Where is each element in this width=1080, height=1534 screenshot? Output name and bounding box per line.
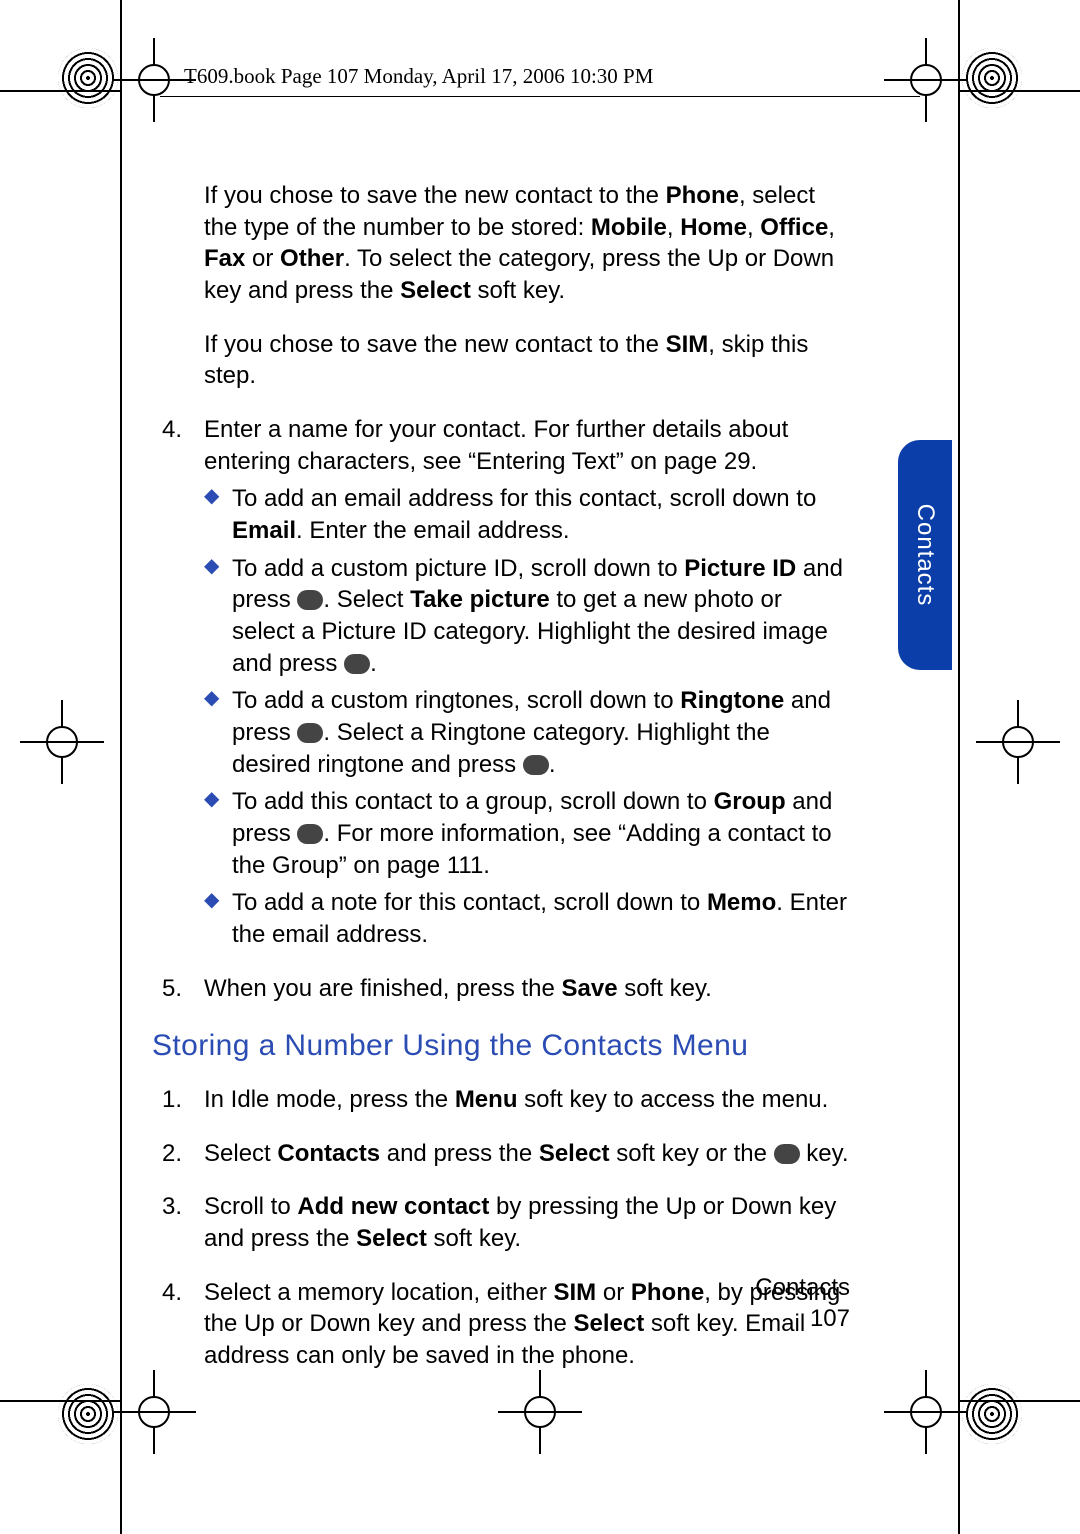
page-body: If you chose to save the new contact to … [150,180,850,1394]
paragraph: If you chose to save the new contact to … [150,329,850,392]
registration-crosshair [996,720,1040,764]
list-item: 1. In Idle mode, press the Menu soft key… [150,1084,850,1116]
registration-crosshair [40,720,84,764]
list-number: 2. [162,1138,182,1170]
section-tab-contacts: Contacts [898,440,952,670]
bullet-item: To add a custom picture ID, scroll down … [204,553,850,680]
registration-spiral [58,48,118,108]
list-number: 3. [162,1191,182,1223]
crop-rule [160,96,920,97]
ok-key-icon [344,654,370,674]
list-number: 4. [162,414,182,446]
crop-rule [0,90,120,92]
bullet-item: To add a custom ringtones, scroll down t… [204,685,850,780]
page-header: T609.book Page 107 Monday, April 17, 200… [184,64,896,89]
crop-rule [960,1400,1080,1402]
ok-key-icon [774,1144,800,1164]
crop-rule [0,1400,120,1402]
list-item: 3. Scroll to Add new contact by pressing… [150,1191,850,1254]
paragraph: If you chose to save the new contact to … [150,180,850,307]
footer-section: Contacts [150,1272,850,1303]
ok-key-icon [297,723,323,743]
registration-crosshair [904,1390,948,1434]
section-tab-label: Contacts [911,504,939,607]
crop-rule [120,0,122,1534]
list-number: 5. [162,973,182,1005]
registration-spiral [58,1384,118,1444]
bullet-item: To add this contact to a group, scroll d… [204,786,850,881]
ok-key-icon [297,590,323,610]
footer-page-number: 107 [150,1303,850,1334]
list-number: 1. [162,1084,182,1116]
crop-rule [958,0,960,1534]
registration-spiral [962,48,1022,108]
list-item: 4. Enter a name for your contact. For fu… [150,414,850,951]
bullet-item: To add an email address for this contact… [204,483,850,546]
section-heading: Storing a Number Using the Contacts Menu [152,1026,850,1066]
ok-key-icon [523,755,549,775]
list-item: 2. Select Contacts and press the Select … [150,1138,850,1170]
crop-rule [960,90,1080,92]
list-item: 5. When you are finished, press the Save… [150,973,850,1005]
bullet-item: To add a note for this contact, scroll d… [204,887,850,950]
page-footer: Contacts 107 [150,1272,850,1334]
registration-crosshair [132,1390,176,1434]
registration-crosshair [518,1390,562,1434]
ok-key-icon [297,824,323,844]
registration-spiral [962,1384,1022,1444]
